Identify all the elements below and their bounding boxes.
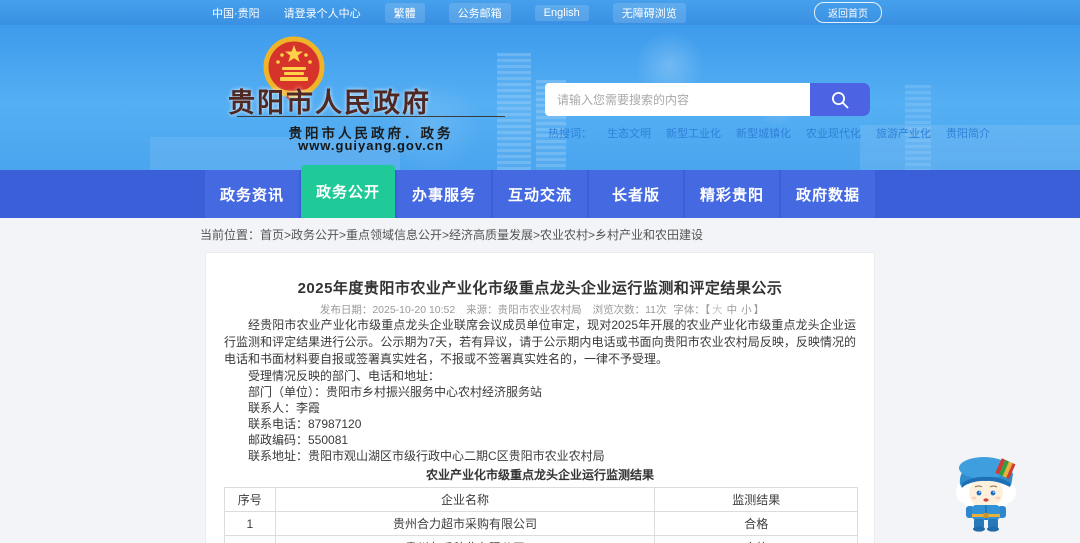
nav-tab-disclosure[interactable]: 政务公开: [301, 165, 395, 218]
contact-line: 联系地址：贵阳市观山湖区市级行政中心二期C区贵阳市农业农村局: [248, 449, 605, 463]
site-url: www.guiyang.gov.cn: [298, 138, 444, 153]
hot-word-link[interactable]: 生态文明: [607, 125, 651, 141]
mascot-figure[interactable]: [952, 450, 1020, 532]
traditional-chinese-link[interactable]: 繁體: [384, 2, 425, 23]
article-card: 2025年度贵阳市农业产业化市级重点龙头企业运行监测和评定结果公示 发布日期：2…: [205, 252, 875, 543]
contact-line: 联系人：李霞: [248, 401, 321, 415]
accessibility-link[interactable]: 无障碍浏览: [612, 2, 686, 23]
publish-date: 发布日期：2025-10-20 10:52: [319, 304, 456, 316]
hot-search-row: 热搜词： 生态文明 新型工业化 新型城镇化 农业现代化 旅游产业化 贵阳简介: [548, 125, 990, 141]
monitor-result: 合格: [654, 511, 858, 536]
contact-line: 联系电话：87987120: [248, 417, 362, 431]
hot-word-link[interactable]: 农业现代化: [806, 125, 861, 141]
search-input[interactable]: [545, 83, 810, 116]
breadcrumb-label: 当前位置：: [200, 228, 261, 242]
nav-tab-services[interactable]: 办事服务: [397, 170, 491, 218]
results-table-title: 农业产业化市级重点龙头企业运行监测结果: [425, 468, 654, 482]
row-index: 1: [224, 511, 276, 536]
article-meta: 发布日期：2025-10-20 10:52 来源：贵阳市农业农村局 浏览次数：1…: [224, 303, 856, 317]
contact-line: 部门（单位）：贵阳市乡村振兴服务中心农村经济服务站: [248, 385, 543, 399]
nav-tab-senior-version[interactable]: 长者版: [589, 170, 683, 218]
font-size-large-button[interactable]: 大: [712, 304, 723, 316]
company-name: 贵州合力超市采购有限公司: [274, 511, 656, 536]
contact-line: 邮政编码：550081: [248, 433, 349, 447]
search-icon: [832, 91, 849, 108]
table-row: 2 贵州友禾种业有限公司 合格: [224, 535, 858, 543]
hot-word-link[interactable]: 新型城镇化: [736, 125, 791, 141]
official-mail-link[interactable]: 公务邮箱: [448, 2, 511, 23]
article-source: 来源：贵阳市农业农村局: [466, 304, 582, 316]
main-area: 当前位置：首页>政务公开>重点领域信息公开>经济高质量发展>农业农村>乡村产业和…: [0, 218, 1080, 543]
hot-word-link[interactable]: 新型工业化: [666, 125, 721, 141]
col-header-index: 序号: [224, 487, 276, 512]
article-paragraph: 经贵阳市农业产业化市级重点龙头企业联席会议成员单位审定，现对2025年开展的农业…: [224, 318, 856, 366]
back-home-button[interactable]: 返回首页: [814, 2, 882, 23]
monitoring-results-table: 序号 企业名称 监测结果 1 贵州合力超市采购有限公司 合格 2 贵州友禾种业有…: [224, 487, 858, 543]
nav-tab-news[interactable]: 政务资讯: [205, 170, 299, 218]
nav-tab-gov-data[interactable]: 政府数据: [781, 170, 875, 218]
top-utility-links: 中国·贵阳 请登录个人中心 繁體 公务邮箱 English 无障碍浏览: [212, 2, 814, 23]
search-bar: [545, 83, 870, 116]
company-name: 贵州友禾种业有限公司: [274, 535, 656, 543]
font-size-small-button[interactable]: 小: [741, 304, 752, 316]
font-size-label-close: 】: [753, 304, 765, 316]
site-banner: 贵阳市人民政府 贵阳市人民政府．政务 www.guiyang.gov.cn 热搜…: [0, 25, 1080, 170]
breadcrumb: 当前位置：首页>政务公开>重点领域信息公开>经济高质量发展>农业农村>乡村产业和…: [0, 218, 1080, 252]
hot-search-label: 热搜词：: [548, 128, 592, 140]
nav-tab-splendid-guiyang[interactable]: 精彩贵阳: [685, 170, 779, 218]
main-nav: 政务资讯 政务公开 办事服务 互动交流 长者版 精彩贵阳 政府数据: [0, 165, 1080, 218]
table-row: 1 贵州合力超市采购有限公司 合格: [224, 511, 858, 536]
font-size-medium-button[interactable]: 中: [727, 304, 738, 316]
top-utility-bar: 中国·贵阳 请登录个人中心 繁體 公务邮箱 English 无障碍浏览 返回首页: [0, 0, 1080, 25]
col-header-result: 监测结果: [654, 487, 858, 512]
site-title: 贵阳市人民政府: [228, 88, 431, 118]
nav-tab-interaction[interactable]: 互动交流: [493, 170, 587, 218]
region-link[interactable]: 中国·贵阳: [212, 5, 260, 21]
view-count: 浏览次数：11次: [592, 304, 667, 316]
table-header-row: 序号 企业名称 监测结果: [224, 487, 858, 512]
article-title: 2025年度贵阳市农业产业化市级重点龙头企业运行监测和评定结果公示: [297, 280, 783, 297]
monitor-result: 合格: [654, 535, 858, 543]
font-size-label: 字体：【: [673, 304, 711, 316]
contact-line: 受理情况反映的部门、电话和地址：: [248, 369, 441, 383]
breadcrumb-path[interactable]: 首页>政务公开>重点领域信息公开>经济高质量发展>农业农村>乡村产业和农田建设: [260, 228, 703, 242]
hot-word-link[interactable]: 贵阳简介: [946, 125, 990, 141]
search-button[interactable]: [810, 83, 870, 116]
login-link[interactable]: 请登录个人中心: [284, 5, 361, 21]
english-link[interactable]: English: [534, 4, 589, 21]
col-header-company: 企业名称: [274, 487, 656, 512]
row-index: 2: [224, 535, 276, 543]
hot-word-link[interactable]: 旅游产业化: [876, 125, 931, 141]
